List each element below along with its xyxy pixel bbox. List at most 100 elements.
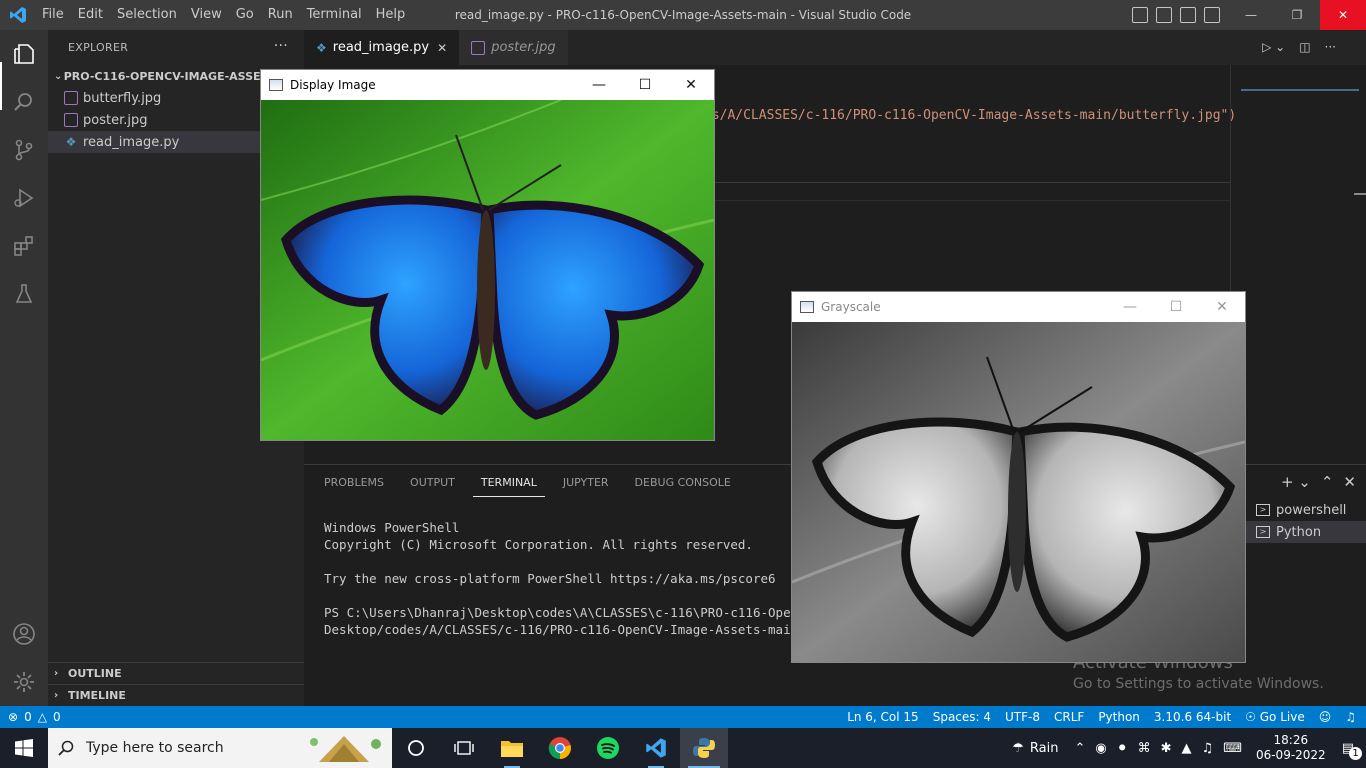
cursor-position[interactable]: Ln 6, Col 15 — [847, 710, 919, 724]
minimap[interactable] — [1230, 65, 1366, 495]
task-view-button[interactable] — [392, 728, 440, 768]
tab-read-image[interactable]: ❖ read_image.py ✕ — [304, 30, 460, 65]
run-debug-icon[interactable] — [12, 186, 36, 210]
display-image-window[interactable]: Display Image — ☐ ✕ — [261, 70, 714, 440]
keyboard-icon[interactable]: ⌨ — [1223, 741, 1242, 756]
menu-go[interactable]: Go — [229, 0, 261, 30]
image-file-icon — [471, 40, 486, 55]
display-image-titlebar[interactable]: Display Image — ☐ ✕ — [261, 70, 714, 100]
meet-icon[interactable]: ◉ — [1095, 741, 1106, 756]
grayscale-window[interactable]: Grayscale — ☐ ✕ — [792, 292, 1245, 662]
timeline-button[interactable] — [440, 728, 488, 768]
accounts-icon[interactable] — [12, 622, 36, 646]
outline-label: OUTLINE — [68, 667, 122, 680]
timeline-section[interactable]: › TIMELINE — [48, 684, 304, 706]
indentation[interactable]: Spaces: 4 — [933, 710, 991, 724]
menu-terminal[interactable]: Terminal — [300, 0, 369, 30]
app-icon — [269, 79, 283, 91]
customize-layout-icon[interactable] — [1204, 7, 1220, 23]
vscode-app[interactable] — [632, 728, 680, 768]
grayscale-titlebar[interactable]: Grayscale — ☐ ✕ — [792, 292, 1245, 322]
menu-run[interactable]: Run — [261, 0, 300, 30]
start-button[interactable] — [0, 728, 48, 768]
terminal-item-powershell[interactable]: > powershell — [1246, 499, 1366, 521]
notification-icon[interactable]: ▤ 1 — [1342, 741, 1362, 760]
bluetooth-icon[interactable]: ✱ — [1161, 741, 1172, 756]
restore-button[interactable]: ❐ — [1274, 0, 1320, 30]
new-terminal-icon[interactable]: + ⌄ — [1281, 473, 1311, 491]
tab-terminal[interactable]: TERMINAL — [472, 469, 545, 497]
chrome-app[interactable] — [536, 728, 584, 768]
wifi-icon[interactable]: ▲ — [1182, 741, 1192, 756]
minimize-button[interactable]: — — [1107, 292, 1153, 322]
taskbar-search[interactable]: Type here to search — [48, 728, 392, 768]
close-button[interactable]: ✕ — [1199, 292, 1245, 322]
file-explorer-app[interactable] — [488, 728, 536, 768]
file-label: read_image.py — [83, 134, 180, 150]
warning-icon[interactable]: △ — [38, 710, 47, 724]
error-count[interactable]: 0 — [24, 710, 32, 724]
run-icon[interactable]: ▷ ⌄ — [1262, 40, 1285, 54]
display-image-title: Display Image — [290, 78, 376, 92]
testing-icon[interactable] — [12, 282, 36, 306]
weather-icon[interactable]: ☂ — [1012, 741, 1024, 756]
bell-icon[interactable]: ♫ — [1345, 710, 1356, 724]
language-mode[interactable]: Python — [1098, 710, 1140, 724]
warning-count[interactable]: 0 — [53, 710, 61, 724]
minimize-button[interactable]: — — [576, 70, 622, 100]
toggle-panel-icon[interactable] — [1156, 7, 1172, 23]
encoding[interactable]: UTF-8 — [1005, 710, 1040, 724]
explorer-title: EXPLORER — [68, 41, 129, 54]
volume-icon[interactable]: ♫ — [1202, 741, 1214, 756]
tab-poster[interactable]: poster.jpg — [459, 30, 568, 65]
maximize-panel-icon[interactable]: ⌃ — [1321, 473, 1334, 491]
menu-edit[interactable]: Edit — [71, 0, 110, 30]
extensions-icon[interactable] — [12, 234, 36, 258]
status-left: ⊗ 0 △ 0 — [8, 710, 61, 724]
python-app[interactable] — [680, 728, 728, 768]
search-icon[interactable] — [12, 90, 36, 114]
tab-jupyter[interactable]: JUPYTER — [555, 465, 617, 501]
more-actions-icon[interactable]: ··· — [1325, 40, 1336, 54]
menu-help[interactable]: Help — [369, 0, 413, 30]
menu-view[interactable]: View — [184, 0, 229, 30]
line-ending[interactable]: CRLF — [1054, 710, 1084, 724]
more-actions-icon[interactable]: ··· — [274, 38, 288, 54]
maximize-button[interactable]: ☐ — [622, 70, 668, 100]
tab-problems[interactable]: PROBLEMS — [316, 465, 392, 501]
close-icon[interactable]: ✕ — [437, 41, 447, 55]
close-panel-icon[interactable]: ✕ — [1343, 473, 1356, 491]
toggle-sidebar-icon[interactable] — [1132, 7, 1148, 23]
network-icon[interactable]: ⌘ — [1138, 741, 1151, 756]
maximize-button[interactable]: ☐ — [1153, 292, 1199, 322]
minimize-button[interactable]: — — [1228, 0, 1274, 30]
spotify-app[interactable] — [584, 728, 632, 768]
weather-label[interactable]: Rain — [1030, 741, 1059, 756]
python-interpreter[interactable]: 3.10.6 64-bit — [1154, 710, 1231, 724]
toggle-secondary-sidebar-icon[interactable] — [1180, 7, 1196, 23]
errors-icon[interactable]: ⊗ — [8, 710, 18, 724]
gear-icon[interactable] — [12, 670, 36, 694]
microphone-icon[interactable]: ⚫ — [1117, 741, 1128, 756]
split-editor-icon[interactable]: ◫ — [1299, 40, 1310, 54]
task-view-icon — [408, 740, 424, 756]
app-icon — [800, 301, 814, 313]
source-control-icon[interactable] — [12, 138, 36, 162]
close-button[interactable]: ✕ — [1320, 0, 1366, 30]
menu-file[interactable]: File — [35, 0, 71, 30]
tab-debug-console[interactable]: DEBUG CONSOLE — [627, 465, 739, 501]
chevron-up-icon[interactable]: ⌃ — [1074, 741, 1085, 756]
close-button[interactable]: ✕ — [668, 70, 714, 100]
status-bar: ⊗ 0 △ 0 Ln 6, Col 15 Spaces: 4 UTF-8 CRL… — [0, 706, 1366, 728]
tab-output[interactable]: OUTPUT — [402, 465, 463, 501]
outline-section[interactable]: › OUTLINE — [48, 662, 304, 684]
terminal-item-python[interactable]: > Python — [1246, 521, 1366, 543]
feedback-icon[interactable]: ☺ — [1319, 710, 1332, 724]
go-live-button[interactable]: ☉ Go Live — [1245, 710, 1305, 724]
editor-actions: ▷ ⌄ ◫ ··· — [1262, 40, 1336, 54]
clock[interactable]: 18:26 06-09-2022 — [1256, 733, 1326, 763]
explorer-header: EXPLORER ··· — [48, 30, 304, 65]
explorer-icon[interactable] — [12, 42, 36, 66]
menu-selection[interactable]: Selection — [110, 0, 184, 30]
window-controls: — ☐ ✕ — [1107, 292, 1245, 322]
